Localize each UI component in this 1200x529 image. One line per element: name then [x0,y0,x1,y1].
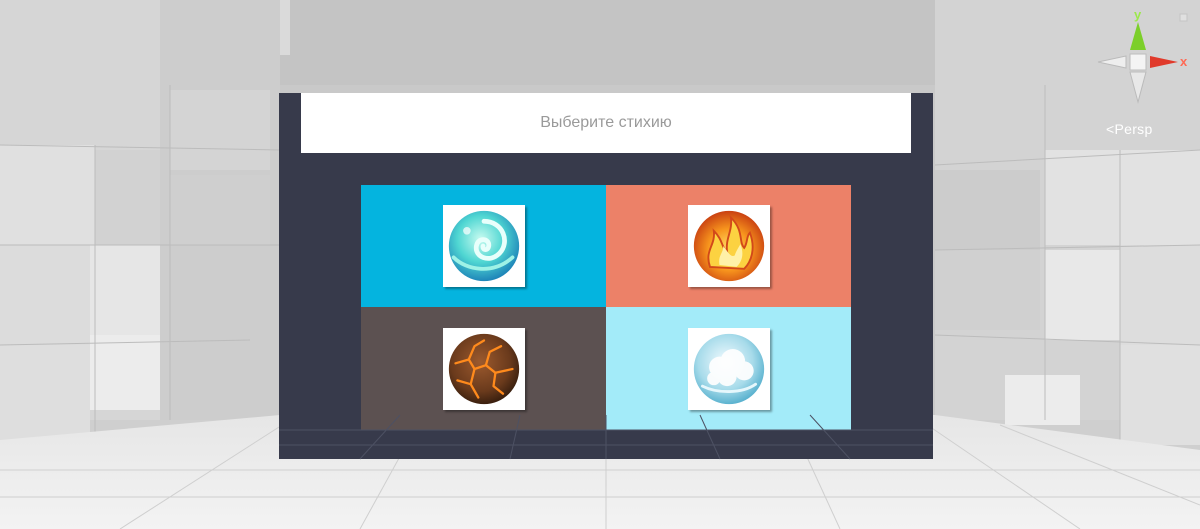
water-icon-frame [442,205,525,287]
fire-orb-icon [693,210,764,282]
element-button-fire[interactable] [606,185,851,307]
air-orb-icon [693,333,764,404]
page-title: Выберите стихию [540,114,672,131]
element-button-water[interactable] [361,185,606,307]
gizmo-neg-x-axis[interactable] [1097,55,1127,69]
gizmo-lock-icon[interactable] [1179,13,1188,22]
element-button-air[interactable] [606,307,851,430]
gizmo-x-axis[interactable] [1150,56,1178,68]
air-icon-frame [687,327,770,410]
projection-toggle[interactable]: <Persp [1106,121,1153,137]
element-selection-panel: Выберите стихию [279,93,933,459]
earth-icon-frame [442,327,525,410]
title-bar: Выберите стихию [301,93,911,153]
gizmo-center-cube[interactable] [1129,53,1147,71]
scene-orientation-gizmo-icon[interactable]: y x [1092,6,1192,116]
earth-orb-icon [448,333,519,404]
gizmo-y-label: y [1134,7,1142,22]
water-orb-icon [448,210,519,282]
projection-label: Persp [1114,121,1153,137]
gizmo-y-axis[interactable] [1130,22,1146,50]
gizmo-neg-y-axis[interactable] [1129,71,1147,104]
fire-icon-frame [687,205,770,287]
gizmo-x-label: x [1180,54,1188,69]
element-button-earth[interactable] [361,307,606,430]
